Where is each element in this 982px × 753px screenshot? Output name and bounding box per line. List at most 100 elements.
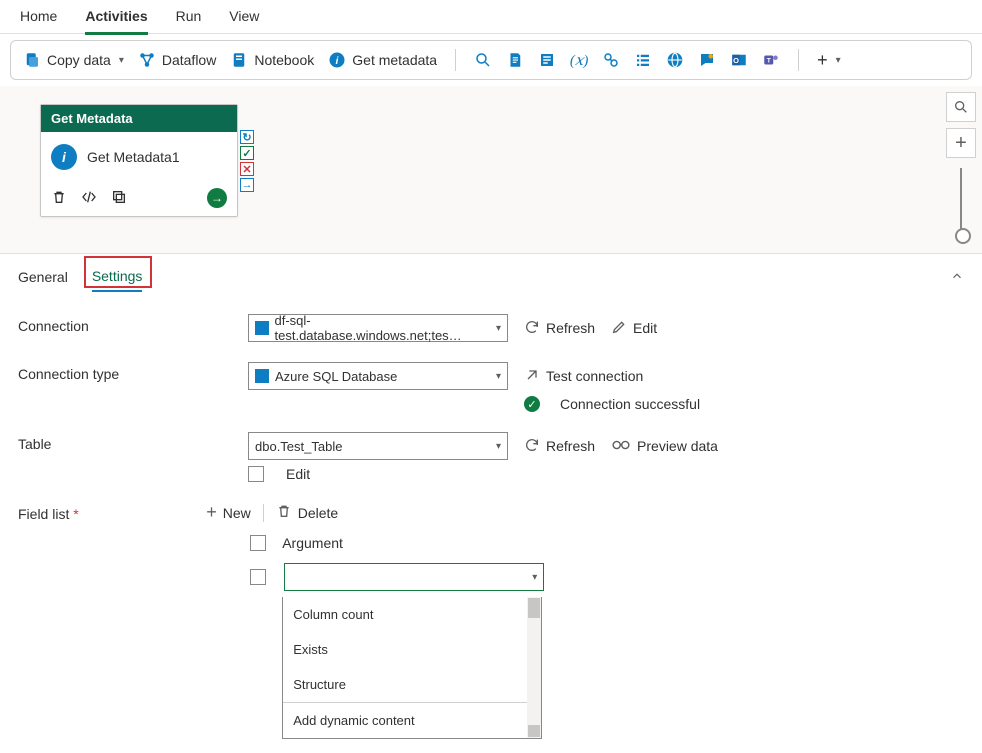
info-icon: i <box>328 51 346 69</box>
refresh-label: Refresh <box>546 438 595 454</box>
table-select[interactable]: dbo.Test_Table ▾ <box>248 432 508 460</box>
separator <box>263 504 264 522</box>
refresh-label: Refresh <box>546 320 595 336</box>
scrollbar-thumb[interactable] <box>528 598 540 618</box>
new-label: New <box>223 505 251 521</box>
edit-label: Edit <box>633 320 657 336</box>
sql-icon <box>255 369 269 383</box>
connection-label: Connection <box>18 314 228 334</box>
lookup-icon[interactable] <box>602 51 620 69</box>
select-all-checkbox[interactable] <box>250 535 266 551</box>
table-value: dbo.Test_Table <box>255 439 342 454</box>
tab-activities[interactable]: Activities <box>85 6 147 35</box>
toolbar-copy-data-label: Copy data <box>47 52 111 68</box>
option-dynamic-content[interactable]: Add dynamic content <box>283 702 541 738</box>
connection-successful-text: Connection successful <box>560 396 700 412</box>
scrollbar-thumb-bottom[interactable] <box>528 725 540 737</box>
refresh-icon <box>524 437 540 456</box>
table-label: Table <box>18 432 228 452</box>
field-list-label: Field list <box>18 502 186 522</box>
test-icon <box>524 367 540 386</box>
zoom-slider[interactable] <box>960 168 962 238</box>
chevron-down-icon: ▾ <box>496 441 501 452</box>
variable-icon[interactable]: (𝑥) <box>570 51 588 69</box>
canvas-add-button[interactable]: + <box>946 128 976 158</box>
tab-view[interactable]: View <box>229 6 259 32</box>
notebook-icon <box>230 51 248 69</box>
plus-icon: + <box>206 502 217 523</box>
argument-column-header: Argument <box>282 535 343 551</box>
code-icon[interactable] <box>81 189 97 208</box>
property-tabs: General Settings <box>0 254 982 300</box>
tab-settings[interactable]: Settings <box>92 262 143 292</box>
toolbar-separator <box>455 49 456 71</box>
plus-icon: + <box>817 50 828 71</box>
success-badge-icon[interactable]: ✓ <box>240 146 254 160</box>
toolbar-notebook[interactable]: Notebook <box>230 51 314 69</box>
success-icon: ✓ <box>524 396 540 412</box>
chevron-down-icon: ▾ <box>836 55 841 66</box>
toolbar-get-metadata[interactable]: i Get metadata <box>328 51 437 69</box>
teams-icon[interactable]: T <box>762 51 780 69</box>
top-nav: Home Activities Run View <box>0 0 982 34</box>
chevron-down-icon: ▾ <box>496 371 501 382</box>
script-icon[interactable] <box>506 51 524 69</box>
sql-icon <box>255 321 269 335</box>
refresh-icon <box>524 319 540 338</box>
tab-home[interactable]: Home <box>20 6 57 32</box>
new-field-button[interactable]: + New <box>206 502 251 523</box>
edit-checkbox-label: Edit <box>286 466 310 482</box>
argument-select[interactable]: ▾ <box>284 563 544 591</box>
list-icon[interactable] <box>634 51 652 69</box>
form-icon[interactable] <box>538 51 556 69</box>
option-column-count[interactable]: Column count <box>283 597 541 632</box>
refresh-connection-button[interactable]: Refresh <box>524 319 595 338</box>
delete-icon[interactable] <box>51 189 67 208</box>
delete-field-button[interactable]: Delete <box>276 503 338 522</box>
design-canvas[interactable]: Get Metadata i Get Metadata1 → ↻ ✓ ✕ → <box>0 86 982 254</box>
option-structure[interactable]: Structure <box>283 667 541 702</box>
test-connection-button[interactable]: Test connection <box>524 367 643 386</box>
info-icon: i <box>51 144 77 170</box>
run-arrow-icon[interactable]: → <box>207 188 227 208</box>
edit-connection-button[interactable]: Edit <box>611 319 657 338</box>
toolbar-separator-2 <box>798 49 799 71</box>
refresh-table-button[interactable]: Refresh <box>524 437 595 456</box>
tab-general[interactable]: General <box>18 263 68 291</box>
activity-node-get-metadata[interactable]: Get Metadata i Get Metadata1 → <box>40 104 238 217</box>
row-checkbox[interactable] <box>250 569 266 585</box>
skip-badge-icon[interactable]: → <box>240 178 254 192</box>
toolbar-copy-data[interactable]: Copy data ▾ <box>23 51 124 69</box>
search-icon[interactable] <box>474 51 492 69</box>
edit-checkbox[interactable] <box>248 466 264 482</box>
node-header: Get Metadata <box>41 105 237 132</box>
toolbar-notebook-label: Notebook <box>254 52 314 68</box>
chevron-down-icon: ▾ <box>119 55 124 66</box>
connection-type-label: Connection type <box>18 362 228 382</box>
chat-icon[interactable] <box>698 51 716 69</box>
globe-icon[interactable] <box>666 51 684 69</box>
outlook-icon[interactable]: O <box>730 51 748 69</box>
canvas-search-button[interactable] <box>946 92 976 122</box>
connection-type-select[interactable]: Azure SQL Database ▾ <box>248 362 508 390</box>
delete-label: Delete <box>298 505 338 521</box>
loop-badge-icon[interactable]: ↻ <box>240 130 254 144</box>
canvas-side-tools: + <box>946 92 976 238</box>
toolbar-add[interactable]: + ▾ <box>817 50 841 71</box>
copy-icon[interactable] <box>111 189 127 208</box>
connection-select[interactable]: df-sql-test.database.windows.net;tes… ▾ <box>248 314 508 342</box>
settings-form: Connection df-sql-test.database.windows.… <box>0 300 982 753</box>
test-connection-label: Test connection <box>546 368 643 384</box>
pencil-icon <box>611 319 627 338</box>
fail-badge-icon[interactable]: ✕ <box>240 162 254 176</box>
chevron-down-icon: ▾ <box>532 572 537 583</box>
dropdown-scrollbar[interactable] <box>527 597 541 738</box>
toolbar-dataflow[interactable]: Dataflow <box>138 51 216 69</box>
option-exists[interactable]: Exists <box>283 632 541 667</box>
preview-data-button[interactable]: Preview data <box>611 438 718 455</box>
toolbar-dataflow-label: Dataflow <box>162 52 216 68</box>
copy-data-icon <box>23 51 41 69</box>
collapse-icon[interactable] <box>950 269 964 286</box>
chevron-down-icon: ▾ <box>496 323 501 334</box>
tab-run[interactable]: Run <box>176 6 202 32</box>
